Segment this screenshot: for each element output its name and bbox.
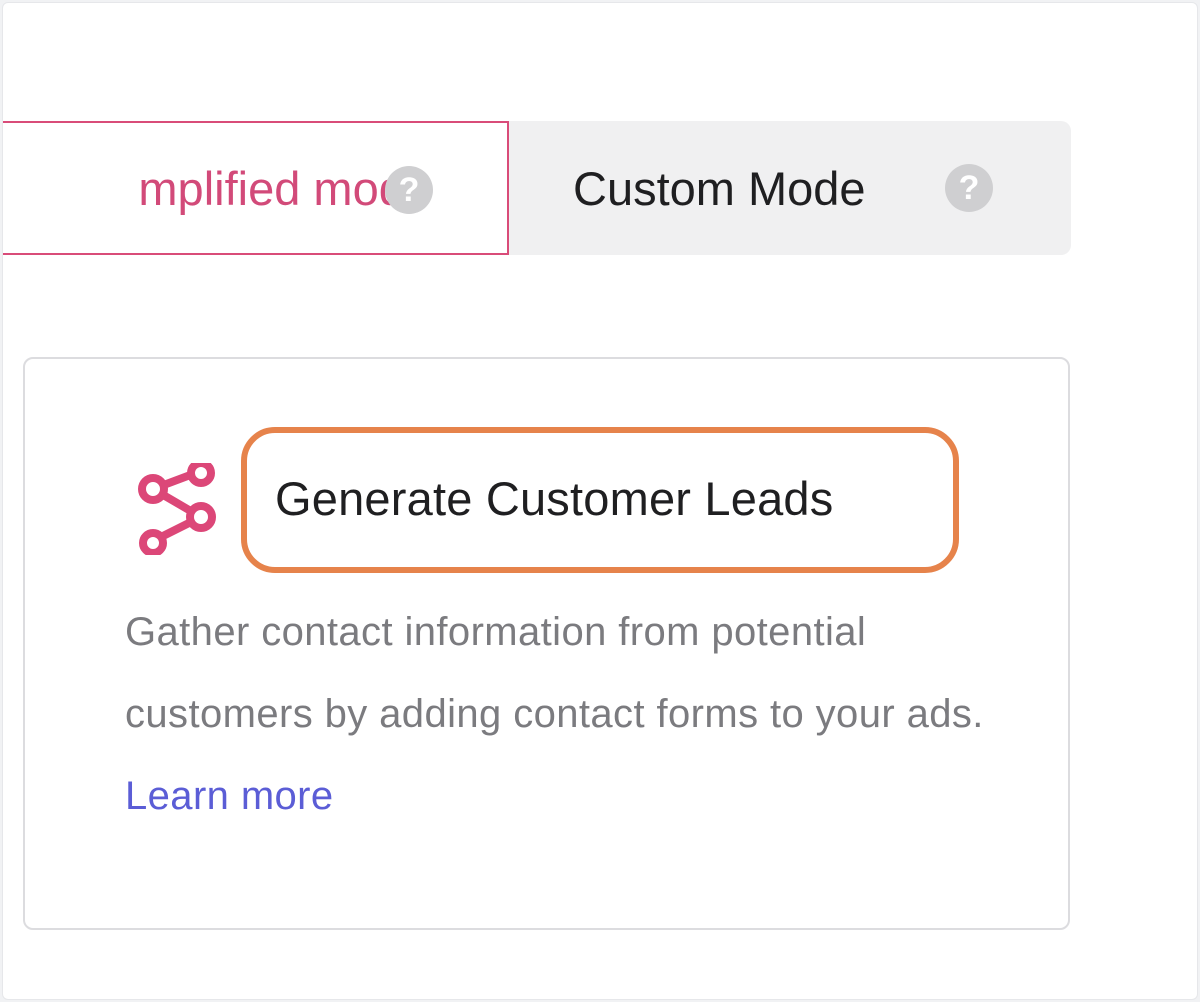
learn-more-link[interactable]: Learn more xyxy=(125,774,334,818)
tab-custom-mode-label: Custom Mode xyxy=(573,161,866,215)
share-nodes-icon xyxy=(138,463,216,555)
tab-simplified-mode[interactable]: mplified mode ? xyxy=(3,121,509,255)
objective-card-generate-leads[interactable]: Generate Customer Leads Gather contact i… xyxy=(23,357,1070,930)
objective-title: Generate Customer Leads xyxy=(275,472,834,525)
help-icon[interactable]: ? xyxy=(385,166,433,214)
objective-description: Gather contact information from potentia… xyxy=(125,591,985,837)
objective-description-text: Gather contact information from potentia… xyxy=(125,610,984,736)
mode-toggle: mplified mode ? Custom Mode ? xyxy=(3,121,1071,255)
help-icon[interactable]: ? xyxy=(945,164,993,212)
page-frame: mplified mode ? Custom Mode ? Generate C… xyxy=(2,2,1198,1000)
tab-custom-mode[interactable]: Custom Mode ? xyxy=(499,121,1071,255)
